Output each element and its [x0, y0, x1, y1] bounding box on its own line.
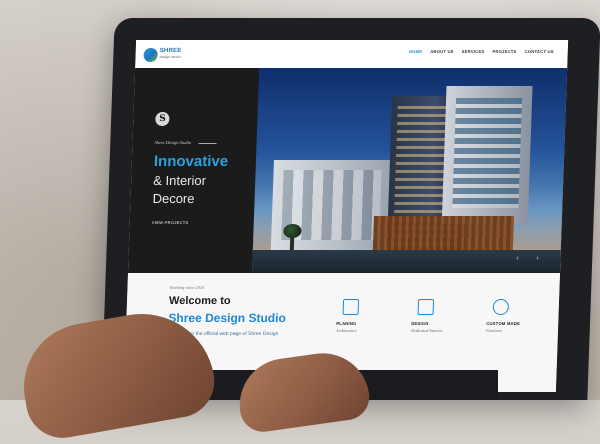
building-right-block: [441, 86, 533, 224]
feature-planing: PLANING Architecture: [335, 299, 397, 359]
top-navigation: SHREE design studio HOME ABOUT US SERVIC…: [135, 40, 569, 68]
hero-headline-2: & Interior: [152, 173, 207, 188]
hero-headline-1: Innovative: [153, 153, 229, 170]
chevron-right-icon[interactable]: ›: [532, 253, 542, 263]
nav-link-contact-us[interactable]: CONTACT US: [525, 49, 554, 54]
feature-title: DESIGN: [411, 321, 429, 326]
feature-title: CUSTOM MADE: [486, 321, 521, 326]
view-projects-link[interactable]: VIEW PROJECTS: [152, 220, 189, 225]
logo-subtext: design studio: [159, 55, 181, 59]
building-wood-facade: [372, 216, 514, 250]
nav-link-projects[interactable]: PROJECTS: [492, 49, 516, 54]
welcome-brand: Shree Design Studio: [168, 311, 287, 325]
logo-text: SHREE: [159, 48, 182, 54]
feature-custom-made: CUSTOM MADE Furniture: [485, 299, 547, 359]
chevron-left-icon[interactable]: ‹: [512, 253, 522, 263]
working-since: Working since 2010: [169, 285, 205, 290]
site-logo[interactable]: SHREE design studio: [143, 48, 205, 62]
studio-divider: [198, 143, 217, 144]
hero-text-panel: S Shree Design Studio Innovative & Inter…: [128, 68, 260, 273]
hero-building-image: ‹ ›: [252, 68, 568, 273]
feature-subtitle: Dedicated Interior: [410, 328, 443, 333]
hero-headline-3: Decore: [152, 191, 195, 206]
hero-banner: S Shree Design Studio Innovative & Inter…: [128, 68, 568, 273]
nav-link-services[interactable]: SERVICES: [462, 49, 485, 54]
ruler-pencil-icon: [417, 299, 435, 315]
feature-title: PLANING: [336, 321, 357, 326]
feature-subtitle: Architecture: [335, 328, 357, 333]
feature-subtitle: Furniture: [485, 328, 503, 333]
nav-link-home[interactable]: HOME: [409, 49, 423, 54]
nav-link-about-us[interactable]: ABOUT US: [430, 49, 454, 54]
sofa-icon: [492, 299, 510, 315]
welcome-heading: Welcome to: [168, 295, 231, 307]
hero-slider-arrows: ‹ ›: [512, 253, 542, 263]
studio-name: Shree Design Studio: [154, 140, 192, 145]
palm-tree: [283, 224, 302, 250]
feature-list: PLANING Architecture DESIGN Dedicated In…: [335, 299, 557, 359]
blueprint-icon: [342, 299, 360, 315]
nav-links: HOME ABOUT US SERVICES PROJECTS CONTACT …: [409, 49, 554, 54]
logo-mark-icon: [143, 48, 158, 62]
studio-logo-icon: S: [155, 112, 170, 126]
feature-design: DESIGN Dedicated Interior: [410, 299, 472, 359]
